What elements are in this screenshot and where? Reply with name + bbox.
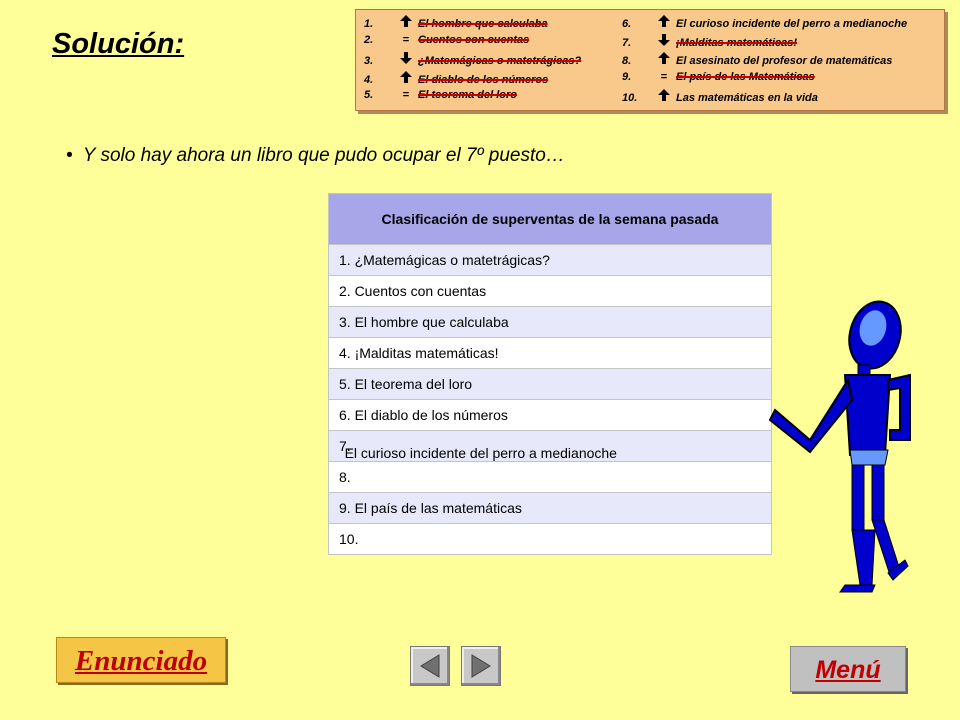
ranking-number: 3. (364, 55, 374, 67)
table-cell: 3. El hombre que calculaba (328, 306, 772, 338)
enunciado-button[interactable]: Enunciado (56, 637, 226, 683)
ranking-list-item: 8. El asesinato del profesor de matemátic… (622, 52, 907, 71)
table-row: 1. ¿Matemágicas o matetrágicas? (328, 244, 772, 276)
arrow-up-icon (658, 89, 670, 101)
ranking-list-item: 4. El diablo de los números (364, 70, 581, 90)
ranking-change-indicator (652, 52, 676, 67)
ranking-change-indicator: = (660, 70, 668, 83)
arrow-down-icon (400, 52, 412, 64)
table-cell: 10. (328, 523, 772, 555)
ranking-book-title: El hombre que calculaba (418, 18, 548, 30)
ranking-list-item: 7. ¡Malditas matemáticas! (622, 33, 907, 53)
table-row: 10. (328, 523, 772, 555)
ranking-book-title: El asesinato del profesor de matemáticas (676, 55, 893, 67)
arrow-up-icon (658, 15, 670, 27)
ranking-book-title: El país de las Matemáticas (676, 70, 815, 83)
ranking-change-indicator (394, 52, 418, 67)
ranking-book-title: Las matemáticas en la vida (676, 92, 818, 104)
table-row: 5. El teorema del loro (328, 368, 772, 400)
table-cell: 2. Cuentos con cuentas (328, 275, 772, 307)
table-row: 8. (328, 461, 772, 493)
ranking-change-indicator (652, 15, 676, 30)
ranking-list-item: 1. El hombre que calculaba (364, 15, 581, 34)
table-cell: 6. El diablo de los números (328, 399, 772, 431)
menu-button[interactable]: Menú (790, 646, 906, 692)
ranking-number: 10. (622, 92, 638, 104)
ranking-change-indicator (652, 33, 676, 49)
table-cell: 5. El teorema del loro (328, 368, 772, 400)
bullet-text: • Y solo hay ahora un libro que pudo ocu… (66, 145, 565, 166)
ranking-column-right: 6. El curioso incidente del perro a media… (622, 15, 907, 108)
ranking-change-indicator: = (402, 89, 410, 101)
ranking-number: 9. (622, 70, 632, 83)
table-cell: 4. ¡Malditas matemáticas! (328, 337, 772, 369)
table-cell-seven-title: El curioso incidente del perro a mediano… (340, 445, 617, 461)
ranking-list-item: 9. = El país de las Matemáticas (622, 71, 907, 90)
arrow-up-icon (400, 70, 412, 83)
ranking-book-title: El curioso incidente del perro a mediano… (676, 18, 908, 30)
table-cell: 8. (328, 461, 772, 493)
table-cell: 9. El país de las matemáticas (328, 492, 772, 524)
page-title: Solución: (52, 28, 185, 60)
ranking-change-indicator (652, 89, 676, 104)
previous-button[interactable] (410, 646, 450, 686)
table-cell: 1. ¿Matemágicas o matetrágicas? (328, 244, 772, 276)
ranking-number: 8. (622, 55, 632, 67)
table-row: 6. El diablo de los números (328, 399, 772, 431)
ranking-number: 4. (364, 73, 374, 86)
ranking-book-title: ¿Matemágicas o matetrágicas? (418, 55, 582, 67)
ranking-list-item: 2. = Cuentos con cuentas (364, 34, 581, 53)
table-body: 1. ¿Matemágicas o matetrágicas? 2. Cuento… (328, 244, 772, 555)
ranking-number: 5. (364, 89, 374, 101)
triangle-right-icon (471, 654, 491, 678)
triangle-left-icon (420, 654, 440, 678)
table-row: 2. Cuentos con cuentas (328, 275, 772, 307)
ranking-number: 2. (364, 33, 374, 46)
table-row: 3. El hombre que calculaba (328, 306, 772, 338)
table-cell: 7. El curioso incidente del perro a medi… (328, 430, 772, 462)
table-row: 7. El curioso incidente del perro a medi… (328, 430, 772, 462)
arrow-down-icon (658, 33, 670, 46)
ranking-table: Clasificación de superventas de la seman… (328, 193, 772, 555)
figure-icon (768, 300, 911, 593)
ranking-list-item: 6. El curioso incidente del perro a media… (622, 15, 907, 34)
ranking-number: 7. (622, 36, 632, 49)
arrow-up-icon (400, 15, 412, 27)
ranking-list-item: 10. Las matemáticas en la vida (622, 89, 907, 108)
ranking-book-title: El teorema del loro (418, 89, 518, 101)
ranking-change-indicator: = (402, 33, 410, 46)
ranking-list-item: 5. = El teorema del loro (364, 89, 581, 108)
ranking-column-left: 1. El hombre que calculaba 2. = Cuentos con … (364, 15, 581, 108)
ranking-number: 1. (364, 18, 374, 30)
table-row: 4. ¡Malditas matemáticas! (328, 337, 772, 369)
arrow-up-icon (658, 52, 670, 64)
ranking-book-title: ¡Malditas matemáticas! (676, 36, 798, 49)
ranking-list-item: 3. ¿Matemágicas o matetrágicas? (364, 52, 581, 71)
table-row: 9. El país de las matemáticas (328, 492, 772, 524)
ranking-list-card: 1. El hombre que calculaba 2. = Cuentos con … (355, 9, 945, 111)
ranking-number: 6. (622, 18, 632, 30)
table-header: Clasificación de superventas de la seman… (328, 193, 772, 245)
ranking-change-indicator (394, 15, 418, 30)
ranking-change-indicator (394, 70, 418, 86)
stick-figure-illustration (768, 300, 911, 593)
ranking-book-title: El diablo de los números (418, 73, 549, 86)
next-button[interactable] (461, 646, 501, 686)
bullet-label: Y solo hay ahora un libro que pudo ocupa… (82, 145, 565, 166)
ranking-book-title: Cuentos con cuentas (418, 33, 530, 46)
